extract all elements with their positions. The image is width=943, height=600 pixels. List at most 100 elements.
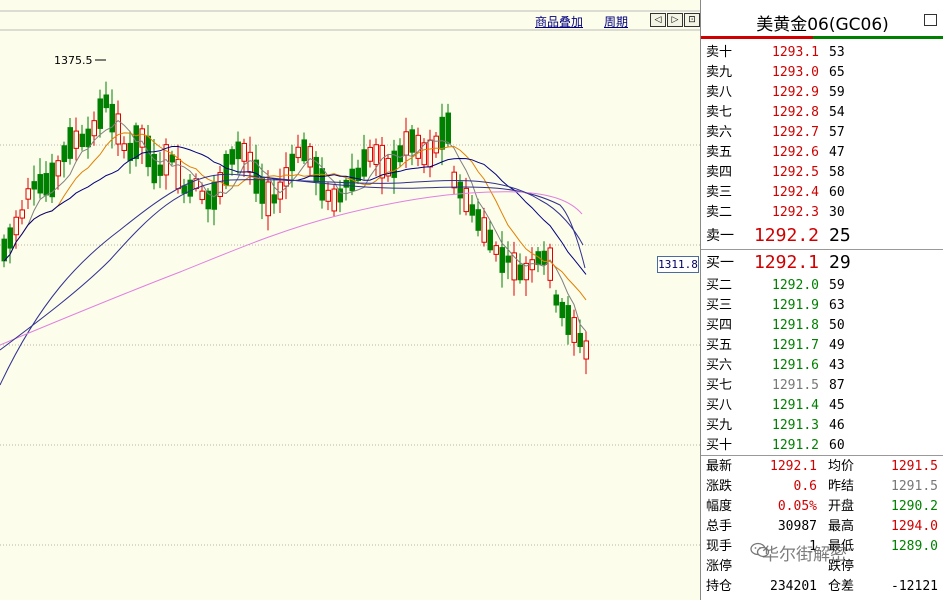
candle-body [331, 188, 337, 212]
ask-row[interactable]: 卖二 1292.3 30 [701, 203, 943, 223]
ask-volume: 47 [829, 145, 845, 160]
bid-row[interactable]: 买五 1291.7 49 [701, 336, 943, 356]
ask-row[interactable]: 卖九 1293.0 65 [701, 63, 943, 83]
chart-canvas[interactable]: 1375.5 [0, 0, 700, 600]
scroll-left-button[interactable]: ◁ [650, 13, 666, 27]
candle-body [241, 142, 247, 162]
stat-value: 1291.5 [891, 479, 938, 494]
ask-level-label: 卖八 [706, 85, 733, 100]
candle-body [13, 216, 19, 236]
candle-body [289, 153, 295, 172]
stat-label: 最低 [828, 539, 855, 554]
bid-price: 1291.4 [772, 398, 819, 413]
bid-level-label: 买五 [706, 338, 733, 353]
candle-body [583, 340, 589, 360]
candle-body [307, 146, 313, 168]
ask-price: 1292.2 [753, 225, 819, 246]
ask-row[interactable]: 卖六 1292.7 57 [701, 123, 943, 143]
candle-body [529, 259, 535, 271]
candle-body [403, 131, 409, 156]
stat-value: 1290.2 [891, 499, 938, 514]
ask-level-label: 卖四 [706, 165, 733, 180]
stat-left-item: 涨跌 0.6 [706, 477, 817, 497]
bid-row[interactable]: 买三 1291.9 63 [701, 296, 943, 316]
bid-row[interactable]: 买十 1291.2 60 [701, 436, 943, 456]
ask-price: 1292.9 [772, 85, 819, 100]
title-bar-green [813, 36, 943, 39]
overlay-commodity-link[interactable]: 商品叠加 [535, 13, 583, 30]
candle-body [7, 227, 13, 249]
ma-line-60 [0, 191, 583, 346]
ask-row[interactable]: 卖四 1292.5 58 [701, 163, 943, 183]
ask-volume: 58 [829, 165, 845, 180]
bid-level-label: 买三 [706, 298, 733, 313]
candle-body [19, 209, 25, 219]
scroll-right-button[interactable]: ▷ [667, 13, 683, 27]
ask-row[interactable]: 卖七 1292.8 54 [701, 103, 943, 123]
ask-volume: 54 [829, 105, 845, 120]
candle-body [301, 139, 307, 162]
candle-body [547, 247, 553, 281]
candle-body [151, 154, 157, 184]
ask-volume: 59 [829, 85, 845, 100]
candle-body [571, 317, 577, 343]
candle-body [373, 144, 379, 165]
bid-row[interactable]: 买四 1291.8 50 [701, 316, 943, 336]
ask-price: 1293.1 [772, 45, 819, 60]
panel-maximize-button[interactable] [924, 14, 937, 26]
stat-value: 1292.1 [770, 459, 817, 474]
ask-price: 1292.6 [772, 145, 819, 160]
stat-label: 最新 [706, 459, 733, 474]
ask-price: 1292.5 [772, 165, 819, 180]
ask-row[interactable]: 卖十 1293.1 53 [701, 43, 943, 63]
bid-row[interactable]: 买九 1291.3 46 [701, 416, 943, 436]
candle-body [553, 294, 559, 306]
stat-label: 涨跌 [706, 479, 733, 494]
book-stats-divider [701, 455, 943, 456]
stat-left-item: 最新 1292.1 [706, 457, 817, 477]
candle-body [367, 146, 373, 162]
bid-volume: 59 [829, 278, 845, 293]
candle-body [67, 127, 73, 159]
bid-row[interactable]: 买八 1291.4 45 [701, 396, 943, 416]
ask-row[interactable]: 卖五 1292.6 47 [701, 143, 943, 163]
bid-volume: 87 [829, 378, 845, 393]
ask-row[interactable]: 卖一 1292.2 25 [701, 226, 943, 246]
bid-level-label: 买一 [706, 255, 734, 271]
bid-row[interactable]: 买一 1292.1 29 [701, 253, 943, 273]
candle-body [577, 332, 583, 348]
stat-left-item: 持仓 234201 [706, 577, 817, 597]
stat-label: 幅度 [706, 499, 733, 514]
candle-body [481, 217, 487, 243]
candle-body [271, 194, 277, 204]
stat-label: 涨停 [706, 559, 733, 574]
candle-body [463, 187, 469, 213]
ask-row[interactable]: 卖三 1292.4 60 [701, 183, 943, 203]
stat-right-item: 最低 1289.0 [828, 537, 938, 557]
candle-body [469, 204, 475, 216]
candle-body [541, 250, 547, 265]
stat-value: -12121 [891, 579, 938, 594]
bid-row[interactable]: 买七 1291.5 87 [701, 376, 943, 396]
candlestick-chart[interactable]: 1375.5 商品叠加 周期 ◁ ▷ ⊡ 1311.8 [0, 0, 700, 600]
candle-body [475, 209, 481, 231]
candle-body [415, 134, 421, 159]
bid-level-label: 买二 [706, 278, 733, 293]
expand-button[interactable]: ⊡ [684, 13, 700, 27]
candle-body [85, 128, 91, 148]
bid-row[interactable]: 买二 1292.0 59 [701, 276, 943, 296]
candle-body [265, 181, 271, 217]
ask-volume: 57 [829, 125, 845, 140]
ask-row[interactable]: 卖八 1292.9 59 [701, 83, 943, 103]
candle-body [247, 151, 253, 173]
ask-level-label: 卖七 [706, 105, 733, 120]
candle-body [91, 120, 97, 137]
candle-body [43, 173, 49, 196]
period-link[interactable]: 周期 [604, 13, 628, 30]
stat-value: 1 [809, 539, 817, 554]
bid-volume: 46 [829, 418, 845, 433]
crosshair-price-tag: 1311.8 [657, 256, 699, 273]
bid-row[interactable]: 买六 1291.6 43 [701, 356, 943, 376]
instrument-title: 美黄金06(GC06) [756, 15, 889, 35]
candle-body [37, 174, 43, 194]
